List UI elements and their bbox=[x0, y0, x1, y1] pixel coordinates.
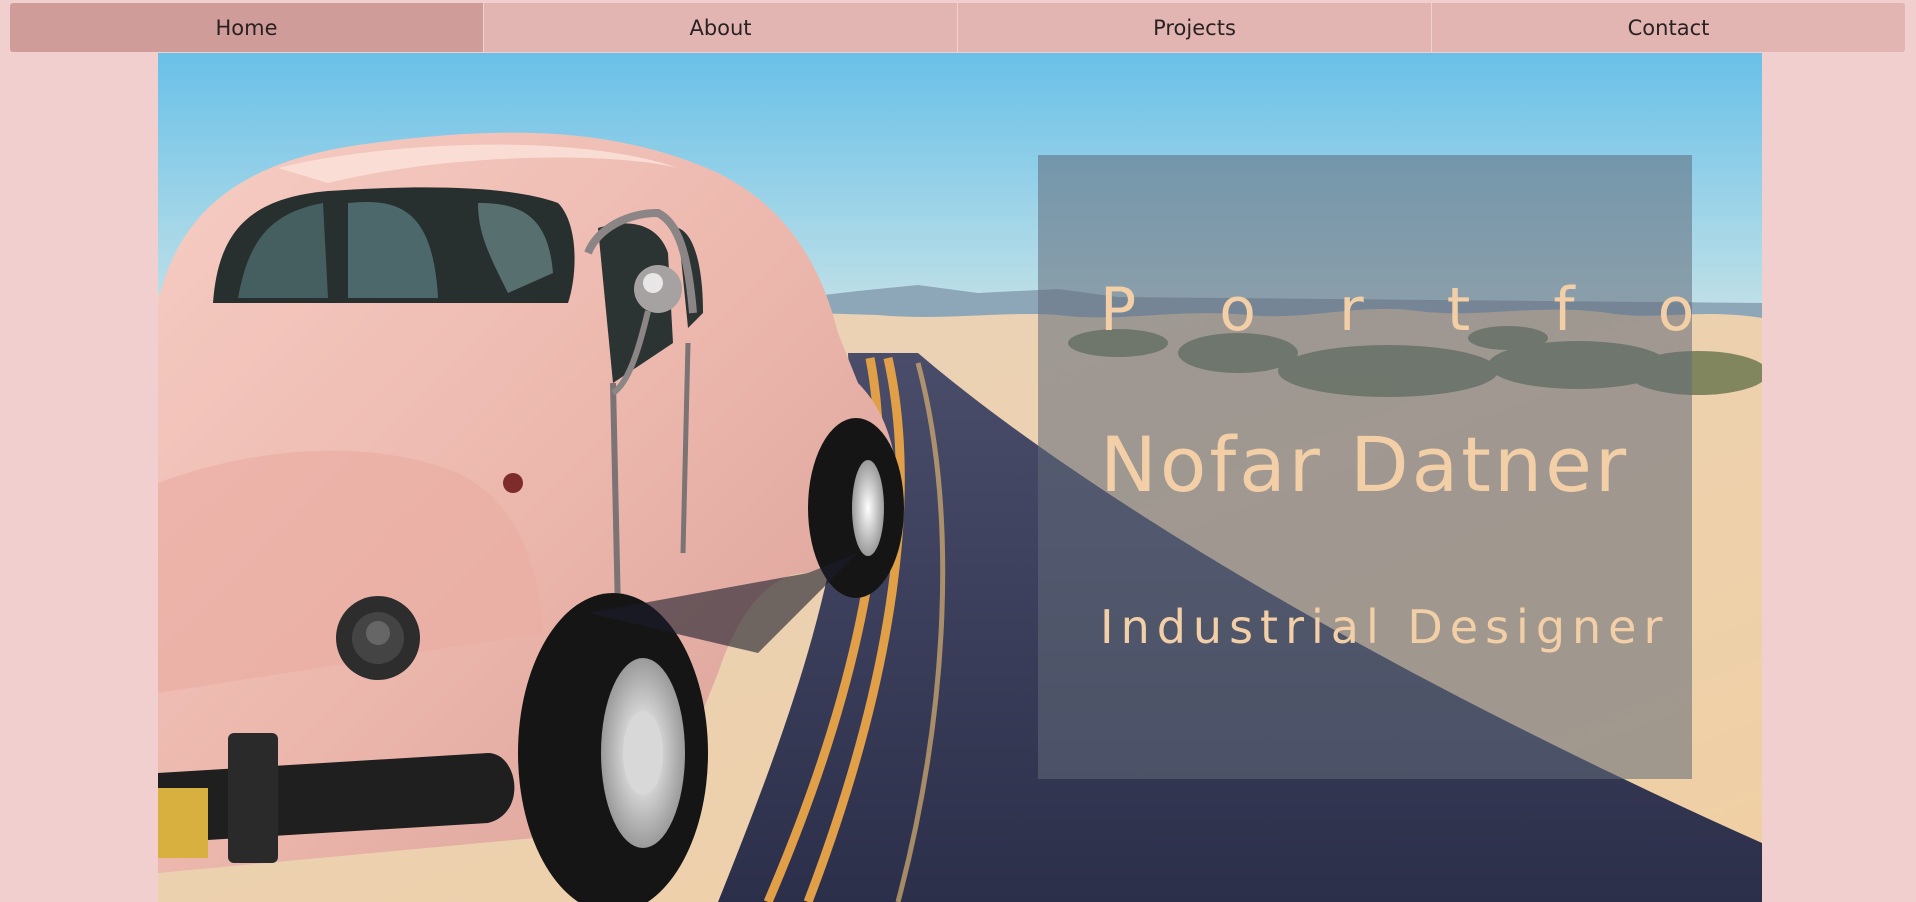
nav-contact[interactable]: Contact bbox=[1432, 3, 1905, 52]
nav-projects[interactable]: Projects bbox=[958, 3, 1432, 52]
title-overlay: P o r t f o l i o Nofar Datner Industria… bbox=[1038, 155, 1762, 779]
hero-section: P o r t f o l i o Nofar Datner Industria… bbox=[158, 53, 1762, 902]
top-nav: Home About Projects Contact bbox=[10, 3, 1905, 52]
nav-about[interactable]: About bbox=[484, 3, 958, 52]
portfolio-kicker: P o r t f o l i o bbox=[1100, 275, 1762, 345]
designer-role: Industrial Designer bbox=[1100, 600, 1670, 654]
nav-home[interactable]: Home bbox=[10, 3, 484, 52]
designer-name: Nofar Datner bbox=[1100, 420, 1630, 509]
